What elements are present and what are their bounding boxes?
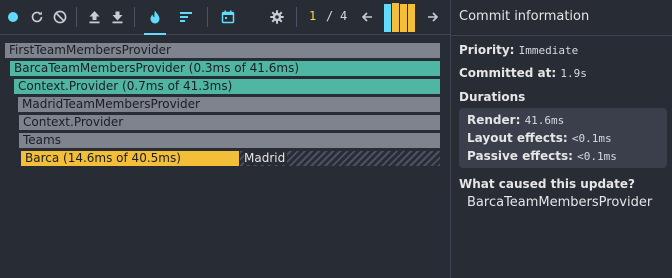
committed-at-row: Committed at: 1.9s — [459, 66, 587, 80]
record-button[interactable] — [4, 0, 22, 34]
save-profile-button[interactable] — [108, 0, 126, 34]
layout-effects-value: <0.1ms — [571, 132, 612, 145]
priority-value: Immediate — [518, 44, 579, 57]
next-commit-button[interactable] — [424, 0, 442, 34]
committed-at-label: Committed at: — [459, 66, 557, 80]
tab-timeline[interactable] — [218, 0, 238, 34]
durations-label: Durations — [459, 90, 526, 104]
commit-total: 4 — [340, 9, 348, 23]
settings-button[interactable] — [267, 0, 287, 34]
passive-effects-value: <0.1ms — [577, 150, 617, 163]
commit-bar-3[interactable] — [400, 4, 407, 32]
panel-title: Commit information — [459, 9, 590, 24]
tab-flamegraph[interactable] — [144, 0, 166, 35]
previous-commit-button[interactable] — [358, 0, 376, 34]
load-profile-button[interactable] — [85, 0, 103, 34]
download-icon — [112, 11, 122, 24]
flame-node-madrid-label: Madrid — [244, 151, 288, 165]
flame-icon — [150, 10, 160, 23]
priority-label: Priority: — [459, 43, 515, 57]
layout-effects-label: Layout effects: — [467, 131, 568, 145]
flame-node-context-provider-2[interactable]: Context.Provider — [19, 115, 440, 130]
record-dot-icon — [8, 12, 18, 22]
toolbar-separator — [134, 7, 135, 27]
no-entry-icon — [53, 10, 67, 24]
toolbar-separator — [296, 7, 297, 27]
commit-bar-2[interactable] — [392, 3, 399, 32]
flame-node-teams[interactable]: Teams — [19, 133, 440, 148]
commit-separator: / — [326, 9, 334, 23]
passive-effects-label: Passive effects: — [467, 149, 573, 163]
panel-header-divider — [451, 35, 672, 36]
clear-profiling-button[interactable] — [51, 0, 69, 34]
reload-and-profile-button[interactable] — [28, 0, 46, 34]
committed-at-value: 1.9s — [560, 67, 587, 80]
commit-bar-4[interactable] — [408, 4, 415, 32]
flame-node-barca[interactable]: Barca (14.6ms of 40.5ms) — [21, 151, 239, 166]
passive-effects-row: Passive effects: <0.1ms — [467, 149, 617, 163]
flame-node-first-team-members-provider[interactable]: FirstTeamMembersProvider — [5, 43, 440, 58]
commit-selector[interactable] — [382, 0, 416, 35]
flame-node-madrid-team-members-provider[interactable]: MadridTeamMembersProvider — [18, 97, 440, 112]
flame-node-madrid[interactable]: Madrid — [240, 151, 440, 166]
ranked-bars-icon — [180, 12, 192, 22]
flame-node-context-provider-1[interactable]: Context.Provider (0.7ms of 41.3ms) — [14, 79, 440, 94]
toolbar-separator — [207, 7, 208, 27]
update-cause-component[interactable]: BarcaTeamMembersProvider — [467, 195, 652, 210]
priority-row: Priority: Immediate — [459, 43, 578, 57]
toolbar-separator — [76, 7, 77, 27]
profiler-toolbar: 1 / 4 — [0, 0, 450, 35]
update-cause-label: What caused this update? — [459, 177, 635, 191]
upload-icon — [89, 11, 99, 24]
arrow-right-icon — [428, 12, 439, 22]
tab-ranked[interactable] — [176, 0, 196, 34]
render-label: Render: — [467, 113, 521, 127]
commit-current-index: 1 — [309, 9, 317, 23]
arrow-left-icon — [361, 12, 372, 22]
commit-bar-1[interactable] — [384, 4, 391, 32]
render-value: 41.6ms — [524, 114, 565, 127]
gear-icon — [270, 10, 284, 24]
layout-effects-row: Layout effects: <0.1ms — [467, 131, 612, 145]
reload-icon — [31, 11, 43, 23]
render-row: Render: 41.6ms — [467, 113, 564, 127]
panel-divider — [450, 0, 451, 278]
calendar-icon — [221, 10, 235, 24]
flame-node-barca-team-members-provider[interactable]: BarcaTeamMembersProvider (0.3ms of 41.6m… — [10, 61, 440, 76]
